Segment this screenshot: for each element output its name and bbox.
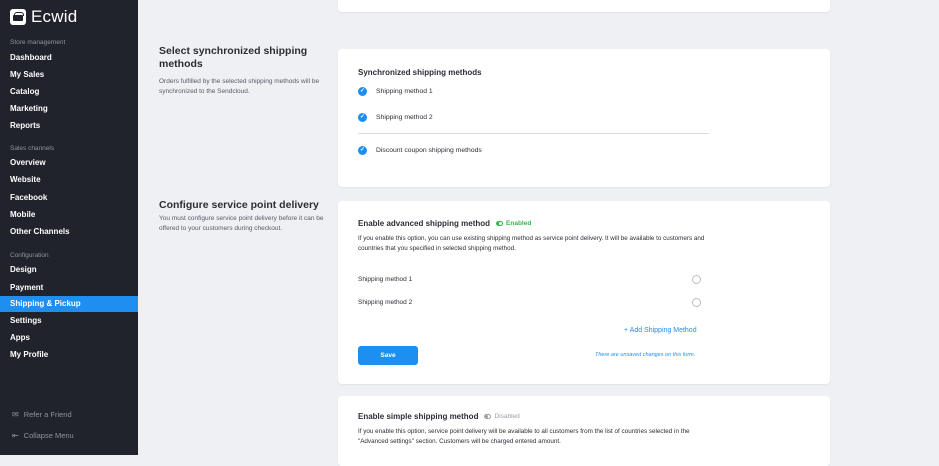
service-point-title: Configure service point delivery bbox=[159, 199, 319, 211]
discount-coupon-label: Discount coupon shipping methods bbox=[376, 147, 482, 154]
advanced-shipping-card: Enable advanced shipping method Enabled … bbox=[338, 201, 830, 384]
advanced-method-1-label: Shipping method 1 bbox=[358, 276, 413, 283]
sidebar-item-settings[interactable]: Settings bbox=[0, 313, 138, 329]
collapse-label: Collapse Menu bbox=[23, 431, 74, 440]
advanced-method-2-radio[interactable] bbox=[692, 298, 701, 307]
advanced-status-label: Enabled bbox=[506, 220, 532, 227]
sync-section-title: Select synchronized shipping methods bbox=[159, 45, 308, 70]
advanced-card-title: Enable advanced shipping method bbox=[358, 219, 491, 228]
ecwid-bag-icon bbox=[10, 9, 26, 25]
refer-label: Refer a Friend bbox=[23, 410, 72, 419]
simple-toggle[interactable]: Disabled bbox=[484, 413, 520, 420]
advanced-card-body: If you enable this option, you can use e… bbox=[358, 235, 705, 252]
sidebar: Ecwid Store management Dashboard My Sale… bbox=[0, 0, 138, 455]
sidebar-item-overview[interactable]: Overview bbox=[0, 155, 138, 171]
sidebar-item-my-profile[interactable]: My Profile bbox=[0, 347, 138, 363]
add-shipping-method-link[interactable]: + Add Shipping Method bbox=[624, 327, 697, 334]
ecwid-logo[interactable]: Ecwid bbox=[10, 5, 77, 29]
sidebar-item-dashboard[interactable]: Dashboard bbox=[0, 50, 138, 66]
divider bbox=[358, 133, 709, 134]
unsaved-changes-note: There are unsaved changes on this form. bbox=[595, 352, 696, 358]
advanced-method-2-label: Shipping method 2 bbox=[358, 299, 413, 306]
simple-card-header: Enable simple shipping method Disabled bbox=[358, 412, 520, 421]
simple-status-label: Disabled bbox=[494, 413, 520, 420]
sync-method-2-checkbox[interactable]: ✓ Shipping method 2 bbox=[358, 113, 433, 122]
sidebar-item-facebook[interactable]: Facebook bbox=[0, 190, 138, 206]
section-label-sales-channels: Sales channels bbox=[10, 145, 55, 152]
discount-coupon-checkbox[interactable]: ✓ Discount coupon shipping methods bbox=[358, 146, 482, 155]
sync-card-title: Synchronized shipping methods bbox=[358, 68, 482, 77]
logo-text: Ecwid bbox=[31, 7, 78, 26]
simple-shipping-card: Enable simple shipping method Disabled I… bbox=[338, 396, 830, 466]
sidebar-item-my-sales[interactable]: My Sales bbox=[0, 67, 138, 83]
checkmark-icon: ✓ bbox=[358, 146, 367, 155]
sidebar-item-mobile[interactable]: Mobile bbox=[0, 207, 138, 223]
advanced-card-header: Enable advanced shipping method Enabled bbox=[358, 219, 531, 228]
advanced-toggle[interactable]: Enabled bbox=[496, 220, 531, 227]
checkmark-icon: ✓ bbox=[358, 87, 367, 96]
toggle-on-icon bbox=[496, 221, 504, 226]
sync-method-2-label: Shipping method 2 bbox=[376, 114, 433, 121]
save-button[interactable]: Save bbox=[358, 346, 418, 365]
sidebar-item-website[interactable]: Website bbox=[0, 172, 138, 188]
sync-method-1-label: Shipping method 1 bbox=[376, 88, 433, 95]
toggle-off-icon bbox=[484, 414, 492, 419]
sync-section-description: Orders fulfilled by the selected shippin… bbox=[159, 78, 320, 95]
sync-methods-card: Synchronized shipping methods ✓ Shipping… bbox=[338, 49, 830, 187]
simple-card-body: If you enable this option, service point… bbox=[358, 428, 690, 445]
sidebar-item-apps[interactable]: Apps bbox=[0, 330, 138, 346]
collapse-menu-button[interactable]: ⇤ Collapse Menu bbox=[12, 431, 74, 440]
sidebar-item-marketing[interactable]: Marketing bbox=[0, 101, 138, 117]
checkmark-icon: ✓ bbox=[358, 113, 367, 122]
advanced-method-1-radio[interactable] bbox=[692, 275, 701, 284]
sidebar-item-design[interactable]: Design bbox=[0, 262, 138, 278]
service-point-description: You must configure service point deliver… bbox=[159, 215, 324, 232]
simple-card-title: Enable simple shipping method bbox=[358, 412, 479, 421]
collapse-arrow-icon: ⇤ bbox=[12, 431, 19, 440]
sidebar-item-other-channels[interactable]: Other Channels bbox=[0, 224, 138, 240]
section-label-store-management: Store management bbox=[10, 39, 66, 46]
sync-method-1-checkbox[interactable]: ✓ Shipping method 1 bbox=[358, 87, 433, 96]
sidebar-item-shipping-pickup[interactable]: Shipping & Pickup bbox=[0, 296, 138, 312]
envelope-icon: ✉ bbox=[12, 410, 19, 419]
sidebar-item-catalog[interactable]: Catalog bbox=[0, 84, 138, 100]
sidebar-item-payment[interactable]: Payment bbox=[0, 280, 138, 296]
section-label-configuration: Configuration bbox=[10, 252, 49, 259]
refer-a-friend-link[interactable]: ✉ Refer a Friend bbox=[12, 410, 72, 419]
previous-section-card bbox=[338, 0, 830, 12]
sidebar-item-reports[interactable]: Reports bbox=[0, 118, 138, 134]
